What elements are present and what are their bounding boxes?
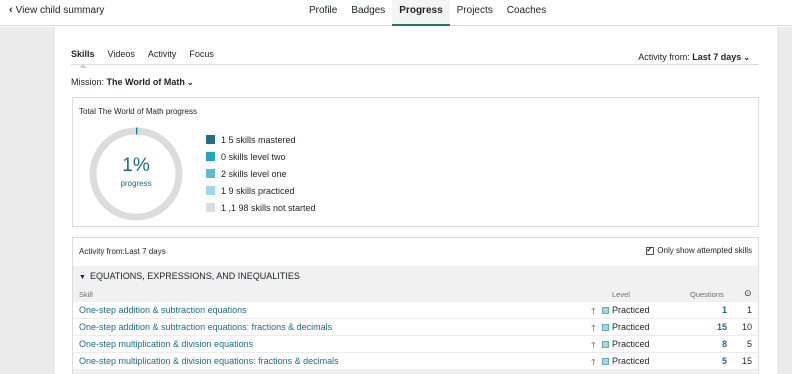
progress-percent: 1% — [122, 155, 150, 176]
mission-label: Mission: — [71, 77, 105, 87]
swatch-practiced — [206, 186, 215, 195]
subtab-skills[interactable]: Skills — [71, 49, 95, 68]
arrow-up-icon: 🡑 — [591, 340, 596, 350]
legend-item-level-one: 2 skills level one — [206, 165, 316, 182]
time-value: 5 — [746, 339, 752, 349]
back-label: View child summary — [15, 5, 105, 16]
chevron-down-icon: ⌄ — [186, 78, 194, 87]
col-header-questions: Questions — [690, 290, 724, 299]
swatch-mastered — [206, 135, 215, 144]
subtab-videos[interactable]: Videos — [108, 49, 135, 65]
skill-link[interactable]: One-step addition & subtraction equation… — [79, 305, 247, 315]
section-header: ▼ EQUATIONS, EXPRESSIONS, AND INEQUALITIE… — [73, 266, 758, 302]
tab-coaches[interactable]: Coaches — [500, 0, 553, 26]
caret-down-icon: ▼ — [79, 274, 86, 281]
legend-item-practiced: 1 9 skills practiced — [206, 182, 316, 199]
progress-card-title: Total The World of Math progress — [79, 107, 197, 116]
only-attempted-checkbox[interactable]: Only show attempted skills — [646, 245, 752, 255]
main-tabs: Profile Badges Progress Projects Coaches — [302, 0, 553, 26]
level-value: Practiced — [612, 322, 650, 332]
chevron-left-icon: ‹ — [9, 4, 13, 16]
next-section-strip — [73, 370, 758, 374]
legend-label: 1 ,1 98 skills not started — [221, 202, 316, 213]
divider — [71, 64, 759, 65]
clock-icon: ⊙ — [744, 288, 752, 298]
tab-badges[interactable]: Badges — [344, 0, 392, 26]
tab-profile[interactable]: Profile — [302, 0, 344, 26]
swatch-not-started — [206, 203, 215, 212]
subtab-activity[interactable]: Activity — [148, 49, 177, 65]
mission-selector[interactable]: Mission: The World of Math ⌄ — [71, 77, 194, 87]
activity-from-label: Activity from: — [638, 52, 690, 62]
skill-link[interactable]: One-step multiplication & division equat… — [79, 356, 339, 366]
level-value: Practiced — [612, 339, 650, 349]
legend-item-mastered: 1 5 skills mastered — [206, 131, 316, 148]
skill-link[interactable]: One-step addition & subtraction equation… — [79, 322, 332, 332]
time-value: 10 — [741, 322, 752, 332]
section-title: EQUATIONS, EXPRESSIONS, AND INEQUALITIES — [89, 271, 300, 281]
main-content: Skills Videos Activity Focus Activity fr… — [55, 27, 777, 374]
table-row: One-step multiplication & division equat… — [73, 336, 758, 353]
legend-item-not-started: 1 ,1 98 skills not started — [206, 199, 316, 216]
activity-from-dropdown[interactable]: Activity from: Last 7 days ⌄ — [638, 52, 750, 62]
level-swatch — [602, 341, 609, 348]
arrow-up-icon: 🡑 — [591, 306, 596, 316]
time-value: 1 — [746, 305, 752, 315]
chevron-down-icon: ⌄ — [743, 53, 750, 62]
arrow-up-icon: 🡑 — [591, 323, 596, 333]
questions-count[interactable]: 8 — [703, 339, 727, 349]
level-value: Practiced — [612, 356, 650, 366]
legend-label: 1 9 skills practiced — [221, 185, 295, 196]
table-row: One-step addition & subtraction equation… — [73, 319, 758, 336]
activity-table-header: Activity from:Last 7 days — [79, 247, 166, 256]
mission-value: The World of Math — [106, 77, 185, 87]
level-swatch — [602, 307, 609, 314]
legend-item-level-two: 0 skills level two — [206, 148, 316, 165]
sub-tabs: Skills Videos Activity Focus — [71, 49, 214, 68]
arrow-up-icon: 🡑 — [591, 357, 596, 367]
progress-label: progress — [120, 179, 152, 188]
checkbox-label: Only show attempted skills — [657, 246, 752, 255]
level-swatch — [602, 358, 609, 365]
time-value: 15 — [741, 356, 752, 366]
top-nav: ‹ View child summary Profile Badges Prog… — [0, 0, 792, 26]
level-swatch — [602, 324, 609, 331]
skill-link[interactable]: One-step multiplication & division equat… — [79, 339, 253, 349]
legend-label: 0 skills level two — [221, 151, 286, 162]
col-header-skill: Skill — [79, 290, 93, 299]
col-header-level: Level — [612, 290, 630, 299]
view-child-summary-link[interactable]: ‹ View child summary — [9, 4, 105, 17]
legend-label: 2 skills level one — [221, 168, 287, 179]
tab-projects[interactable]: Projects — [450, 0, 500, 26]
questions-count[interactable]: 1 — [703, 305, 727, 315]
questions-count[interactable]: 5 — [703, 356, 727, 366]
progress-legend: 1 5 skills mastered 0 skills level two 2… — [206, 131, 316, 216]
legend-label: 1 5 skills mastered — [221, 134, 296, 145]
questions-count[interactable]: 15 — [703, 322, 727, 332]
table-row: One-step multiplication & division equat… — [73, 353, 758, 370]
mission-progress-card: Total The World of Math progress 1% prog… — [72, 97, 759, 227]
table-row: One-step addition & subtraction equation… — [73, 302, 758, 319]
subtab-focus[interactable]: Focus — [189, 49, 214, 65]
activity-from-value: Last 7 days — [692, 52, 742, 62]
tab-progress[interactable]: Progress — [392, 0, 450, 26]
left-gutter — [0, 27, 55, 374]
section-toggle[interactable]: ▼ EQUATIONS, EXPRESSIONS, AND INEQUALITIE… — [79, 271, 300, 281]
swatch-level-one — [206, 169, 215, 178]
checkbox-checked-icon — [646, 245, 655, 255]
swatch-level-two — [206, 152, 215, 161]
skill-rows: One-step addition & subtraction equation… — [73, 302, 758, 370]
level-value: Practiced — [612, 305, 650, 315]
activity-table: Activity from:Last 7 days Only show atte… — [72, 237, 759, 374]
right-gutter — [777, 27, 792, 374]
